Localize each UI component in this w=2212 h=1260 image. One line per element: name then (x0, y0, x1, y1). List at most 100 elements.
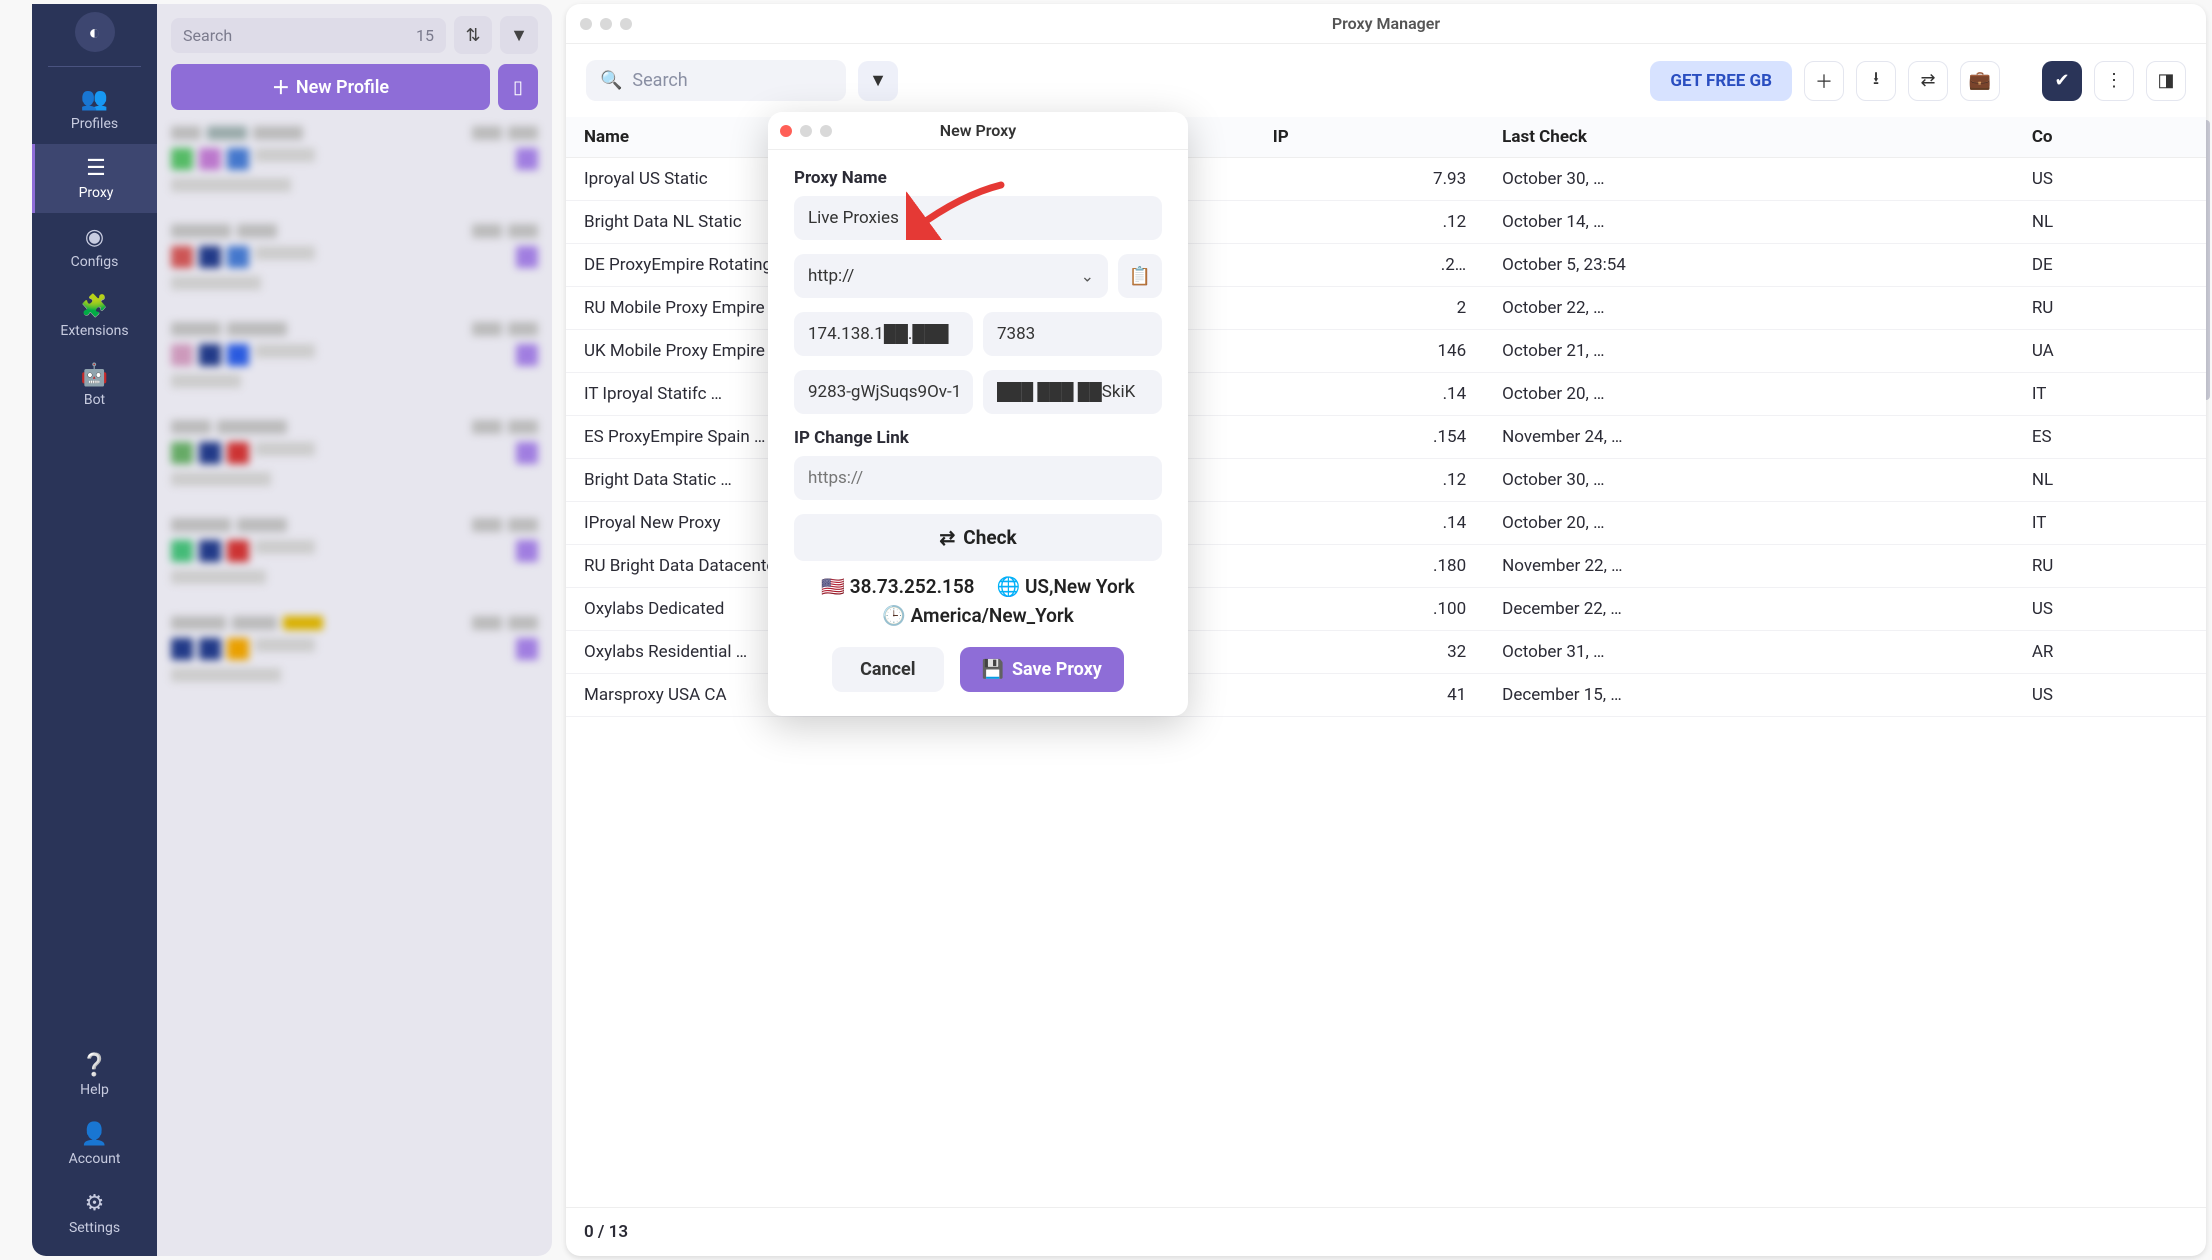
cancel-button[interactable]: Cancel (832, 647, 943, 692)
paste-button[interactable]: 📋 (1118, 254, 1162, 298)
protocol-select[interactable] (794, 254, 1108, 298)
window-zoom-button[interactable] (620, 18, 632, 30)
cell-country: RU (2014, 545, 2206, 588)
cell-last-check: October 5, 23:54 (1484, 244, 2014, 287)
selection-counter: 0 / 13 (566, 1207, 2206, 1256)
window-titlebar: Proxy Manager (566, 4, 2206, 44)
cell-ip: .14 (1255, 373, 1484, 416)
sidebar-item-help[interactable]: ❔ Help (32, 1041, 157, 1110)
save-icon: 💾 (982, 659, 1004, 680)
dialog-titlebar: New Proxy (768, 112, 1188, 150)
cell-ip: 7.93 (1255, 158, 1484, 201)
password-input[interactable] (983, 370, 1162, 414)
add-proxy-button[interactable]: ＋ (1804, 61, 1844, 101)
check-location: US,New York (1025, 575, 1135, 598)
cell-last-check: December 22, … (1484, 588, 2014, 631)
fingerprint-icon: ◉ (85, 225, 104, 250)
app-logo-icon: ◐ (75, 12, 115, 52)
cell-country: IT (2014, 502, 2206, 545)
cell-ip: .12 (1255, 459, 1484, 502)
panel-icon: ◨ (2157, 70, 2174, 91)
divider (48, 66, 141, 67)
new-proxy-dialog: New Proxy Proxy Name ⌄ 📋 IP Change Link (768, 112, 1188, 716)
briefcase-button[interactable]: 💼 (1960, 61, 2000, 101)
cell-ip: .180 (1255, 545, 1484, 588)
swap-icon: ⇄ (1920, 70, 1935, 91)
sidebar-item-label: Bot (84, 392, 105, 408)
sidebar-item-account[interactable]: 👤 Account (32, 1110, 157, 1179)
cell-ip: 146 (1255, 330, 1484, 373)
check-all-button[interactable]: ✔ (2042, 61, 2082, 101)
proxy-name-label: Proxy Name (794, 168, 1162, 188)
cell-ip: 2 (1255, 287, 1484, 330)
cell-last-check: October 31, … (1484, 631, 2014, 674)
cell-ip: 41 (1255, 674, 1484, 717)
clock-icon: 🕒 (882, 604, 906, 627)
globe-icon: 🌐 (997, 575, 1021, 598)
cell-ip: .100 (1255, 588, 1484, 631)
puzzle-icon: 🧩 (81, 294, 108, 319)
profile-search-input[interactable]: Search 15 (171, 18, 446, 53)
panel-toggle-button[interactable]: ◨ (2146, 61, 2186, 101)
check-result: 🇺🇸 38.73.252.158 🌐 US,New York 🕒 America… (794, 575, 1162, 627)
search-icon: 🔍 (600, 70, 622, 91)
sidebar: ◐ 👥 Profiles ☰ Proxy ◉ Configs 🧩 Extensi… (32, 4, 157, 1256)
sidebar-item-settings[interactable]: ⚙ Settings (32, 1179, 157, 1248)
help-icon: ❔ (81, 1053, 108, 1078)
cell-ip: .14 (1255, 502, 1484, 545)
panel-icon: ▯ (513, 77, 523, 98)
col-last-check[interactable]: Last Check (1484, 117, 2014, 158)
get-free-gb-button[interactable]: GET FREE GB (1650, 61, 1792, 101)
sidebar-item-label: Configs (71, 254, 119, 270)
clipboard-icon: 📋 (1129, 266, 1151, 287)
swap-button[interactable]: ⇄ (1908, 61, 1948, 101)
sidebar-item-label: Extensions (60, 323, 128, 339)
sidebar-item-extensions[interactable]: 🧩 Extensions (32, 282, 157, 351)
save-proxy-button[interactable]: 💾 Save Proxy (960, 647, 1124, 692)
ip-change-input[interactable] (794, 456, 1162, 500)
filter-icon: ▼ (510, 25, 528, 46)
filter-button[interactable]: ▼ (858, 61, 898, 101)
username-input[interactable] (794, 370, 973, 414)
sidebar-item-bot[interactable]: 🤖 Bot (32, 351, 157, 420)
cell-last-check: October 20, … (1484, 373, 2014, 416)
cell-country: UA (2014, 330, 2206, 373)
dialog-minimize-button[interactable] (800, 125, 812, 137)
window-close-button[interactable] (580, 18, 592, 30)
sidebar-item-proxy[interactable]: ☰ Proxy (32, 144, 157, 213)
col-country[interactable]: Co (2014, 117, 2206, 158)
proxy-search-input[interactable]: 🔍 Search (586, 60, 846, 101)
window-minimize-button[interactable] (600, 18, 612, 30)
dialog-close-button[interactable] (780, 125, 792, 137)
profile-list-blurred (171, 126, 538, 1244)
host-input[interactable] (794, 312, 973, 356)
cell-country: NL (2014, 459, 2206, 502)
cell-last-check: October 14, … (1484, 201, 2014, 244)
sidebar-item-profiles[interactable]: 👥 Profiles (32, 75, 157, 144)
sort-button[interactable]: ⇅ (454, 16, 492, 54)
proxy-name-input[interactable] (794, 196, 1162, 240)
download-icon: ⭳ (1873, 66, 1879, 96)
cell-country: US (2014, 674, 2206, 717)
filter-icon: ▼ (869, 70, 887, 91)
port-input[interactable] (983, 312, 1162, 356)
filter-button[interactable]: ▼ (500, 16, 538, 54)
layout-toggle-button[interactable]: ▯ (498, 64, 538, 110)
cell-country: US (2014, 158, 2206, 201)
sidebar-item-configs[interactable]: ◉ Configs (32, 213, 157, 282)
gear-icon: ⚙ (85, 1191, 105, 1216)
plus-icon: ＋ (272, 74, 290, 100)
cell-last-check: October 21, … (1484, 330, 2014, 373)
cell-ip: .12 (1255, 201, 1484, 244)
new-profile-button[interactable]: ＋ New Profile (171, 64, 490, 110)
check-timezone: America/New_York (911, 604, 1074, 627)
plus-icon: ＋ (1815, 68, 1833, 94)
cell-country: IT (2014, 373, 2206, 416)
col-ip[interactable]: IP (1255, 117, 1484, 158)
dialog-zoom-button[interactable] (820, 125, 832, 137)
cell-ip: .2… (1255, 244, 1484, 287)
more-button[interactable]: ⋮ (2094, 61, 2134, 101)
download-button[interactable]: ⭳ (1856, 61, 1896, 101)
sidebar-item-label: Proxy (79, 185, 114, 201)
check-button[interactable]: ⇄ Check (794, 514, 1162, 561)
